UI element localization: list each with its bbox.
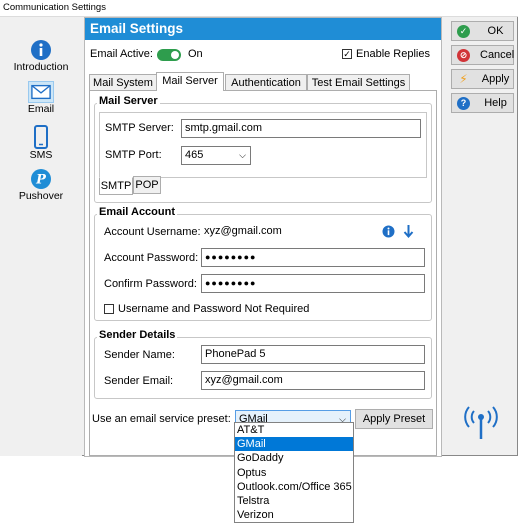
tab-authentication[interactable]: Authentication [225, 74, 307, 91]
preset-option-outlook[interactable]: Outlook.com/Office 365 [235, 480, 353, 494]
tab-test-email-settings[interactable]: Test Email Settings [307, 74, 410, 91]
smtp-port-select[interactable]: 465 ⌵ [181, 146, 251, 165]
nav-item-pushover[interactable]: P Pushover [0, 168, 82, 202]
info-icon[interactable] [382, 225, 395, 238]
nav-label-email: Email [27, 103, 55, 115]
email-active-state: On [188, 48, 203, 60]
chevron-down-icon: ⌵ [239, 150, 246, 160]
smtp-server-input[interactable]: smtp.gmail.com [181, 119, 421, 138]
tab-mail-server[interactable]: Mail Server [156, 72, 224, 91]
smtp-port-label: SMTP Port: [105, 149, 162, 161]
not-required-label: Username and Password Not Required [118, 303, 310, 315]
sender-email-input[interactable]: xyz@gmail.com [201, 371, 425, 390]
cancel-icon: ⊘ [457, 49, 470, 62]
check-icon: ✓ [457, 25, 470, 38]
nav-label-sms: SMS [29, 149, 53, 161]
help-icon: ? [457, 97, 470, 110]
apply-label: Apply [481, 73, 510, 85]
preset-option-optus[interactable]: Optus [235, 466, 353, 480]
preset-option-telstra[interactable]: Telstra [235, 494, 353, 508]
lightning-icon: ⚡ [459, 72, 468, 86]
subtab-pop[interactable]: POP [133, 176, 161, 194]
preset-dropdown-list: AT&T GMail GoDaddy Optus Outlook.com/Off… [234, 422, 354, 523]
apply-preset-label: Apply Preset [362, 413, 426, 425]
mail-server-group-title: Mail Server [97, 95, 160, 107]
subtab-smtp[interactable]: SMTP [99, 177, 133, 195]
account-username-label: Account Username: [104, 226, 201, 238]
confirm-password-label: Confirm Password: [104, 278, 197, 290]
email-account-group-title: Email Account [97, 206, 177, 218]
apply-preset-button[interactable]: Apply Preset [355, 409, 433, 429]
nav-item-sms[interactable]: SMS [0, 125, 82, 161]
preset-option-att[interactable]: AT&T [235, 423, 353, 437]
account-username-input[interactable]: xyz@gmail.com [201, 223, 381, 242]
account-password-label: Account Password: [104, 252, 199, 264]
apply-button[interactable]: ⚡ Apply [451, 69, 514, 89]
nav-label-pushover: Pushover [18, 190, 64, 202]
preset-option-godaddy[interactable]: GoDaddy [235, 451, 353, 465]
ok-button[interactable]: ✓ OK [451, 21, 514, 41]
svg-text:P: P [35, 173, 47, 188]
confirm-password-input[interactable]: ●●●●●●●● [201, 274, 425, 293]
enable-replies-checkbox[interactable]: ✓ [342, 49, 352, 59]
nav-item-introduction[interactable]: Introduction [0, 39, 82, 73]
not-required-checkbox[interactable] [104, 304, 114, 314]
communication-settings-window: Communication Settings Introduction Emai… [0, 0, 518, 457]
cancel-label: Cancel [480, 49, 515, 61]
sender-name-input[interactable]: PhonePad 5 [201, 345, 425, 364]
sender-name-label: Sender Name: [104, 349, 175, 361]
ok-label: OK [487, 25, 504, 37]
email-active-toggle[interactable] [157, 49, 181, 61]
left-navigation: Introduction Email SMS P Pushover [0, 17, 82, 456]
nav-item-email[interactable]: Email [0, 81, 82, 115]
pushover-icon: P [31, 169, 51, 189]
mail-server-tab-content: Mail Server SMTP Server: smtp.gmail.com … [89, 90, 437, 456]
window-title: Communication Settings [0, 0, 518, 17]
sender-details-group-title: Sender Details [97, 329, 178, 341]
preset-option-gmail[interactable]: GMail [235, 437, 353, 452]
preset-option-verizon[interactable]: Verizon [235, 508, 353, 522]
wireless-broadcast-icon [464, 406, 498, 439]
help-label: Help [484, 97, 507, 109]
sender-email-label: Sender Email: [104, 375, 174, 387]
envelope-icon [28, 81, 54, 103]
panel-title: Email Settings [85, 18, 441, 40]
phone-icon [34, 125, 48, 149]
enable-replies-label: Enable Replies [356, 48, 430, 60]
smtp-server-label: SMTP Server: [105, 122, 174, 134]
email-active-label: Email Active: [90, 48, 153, 60]
tab-mail-system[interactable]: Mail System [89, 74, 157, 91]
smtp-port-value: 465 [185, 149, 204, 161]
info-icon [31, 40, 51, 60]
preset-label: Use an email service preset: [92, 413, 231, 425]
arrow-down-icon[interactable] [403, 224, 414, 238]
nav-label-introduction: Introduction [13, 61, 69, 73]
help-button[interactable]: ? Help [451, 93, 514, 113]
cancel-button[interactable]: ⊘ Cancel [451, 45, 514, 65]
email-settings-panel: Email Settings Email Active: On ✓ Enable… [84, 17, 442, 457]
account-password-input[interactable]: ●●●●●●●● [201, 248, 425, 267]
